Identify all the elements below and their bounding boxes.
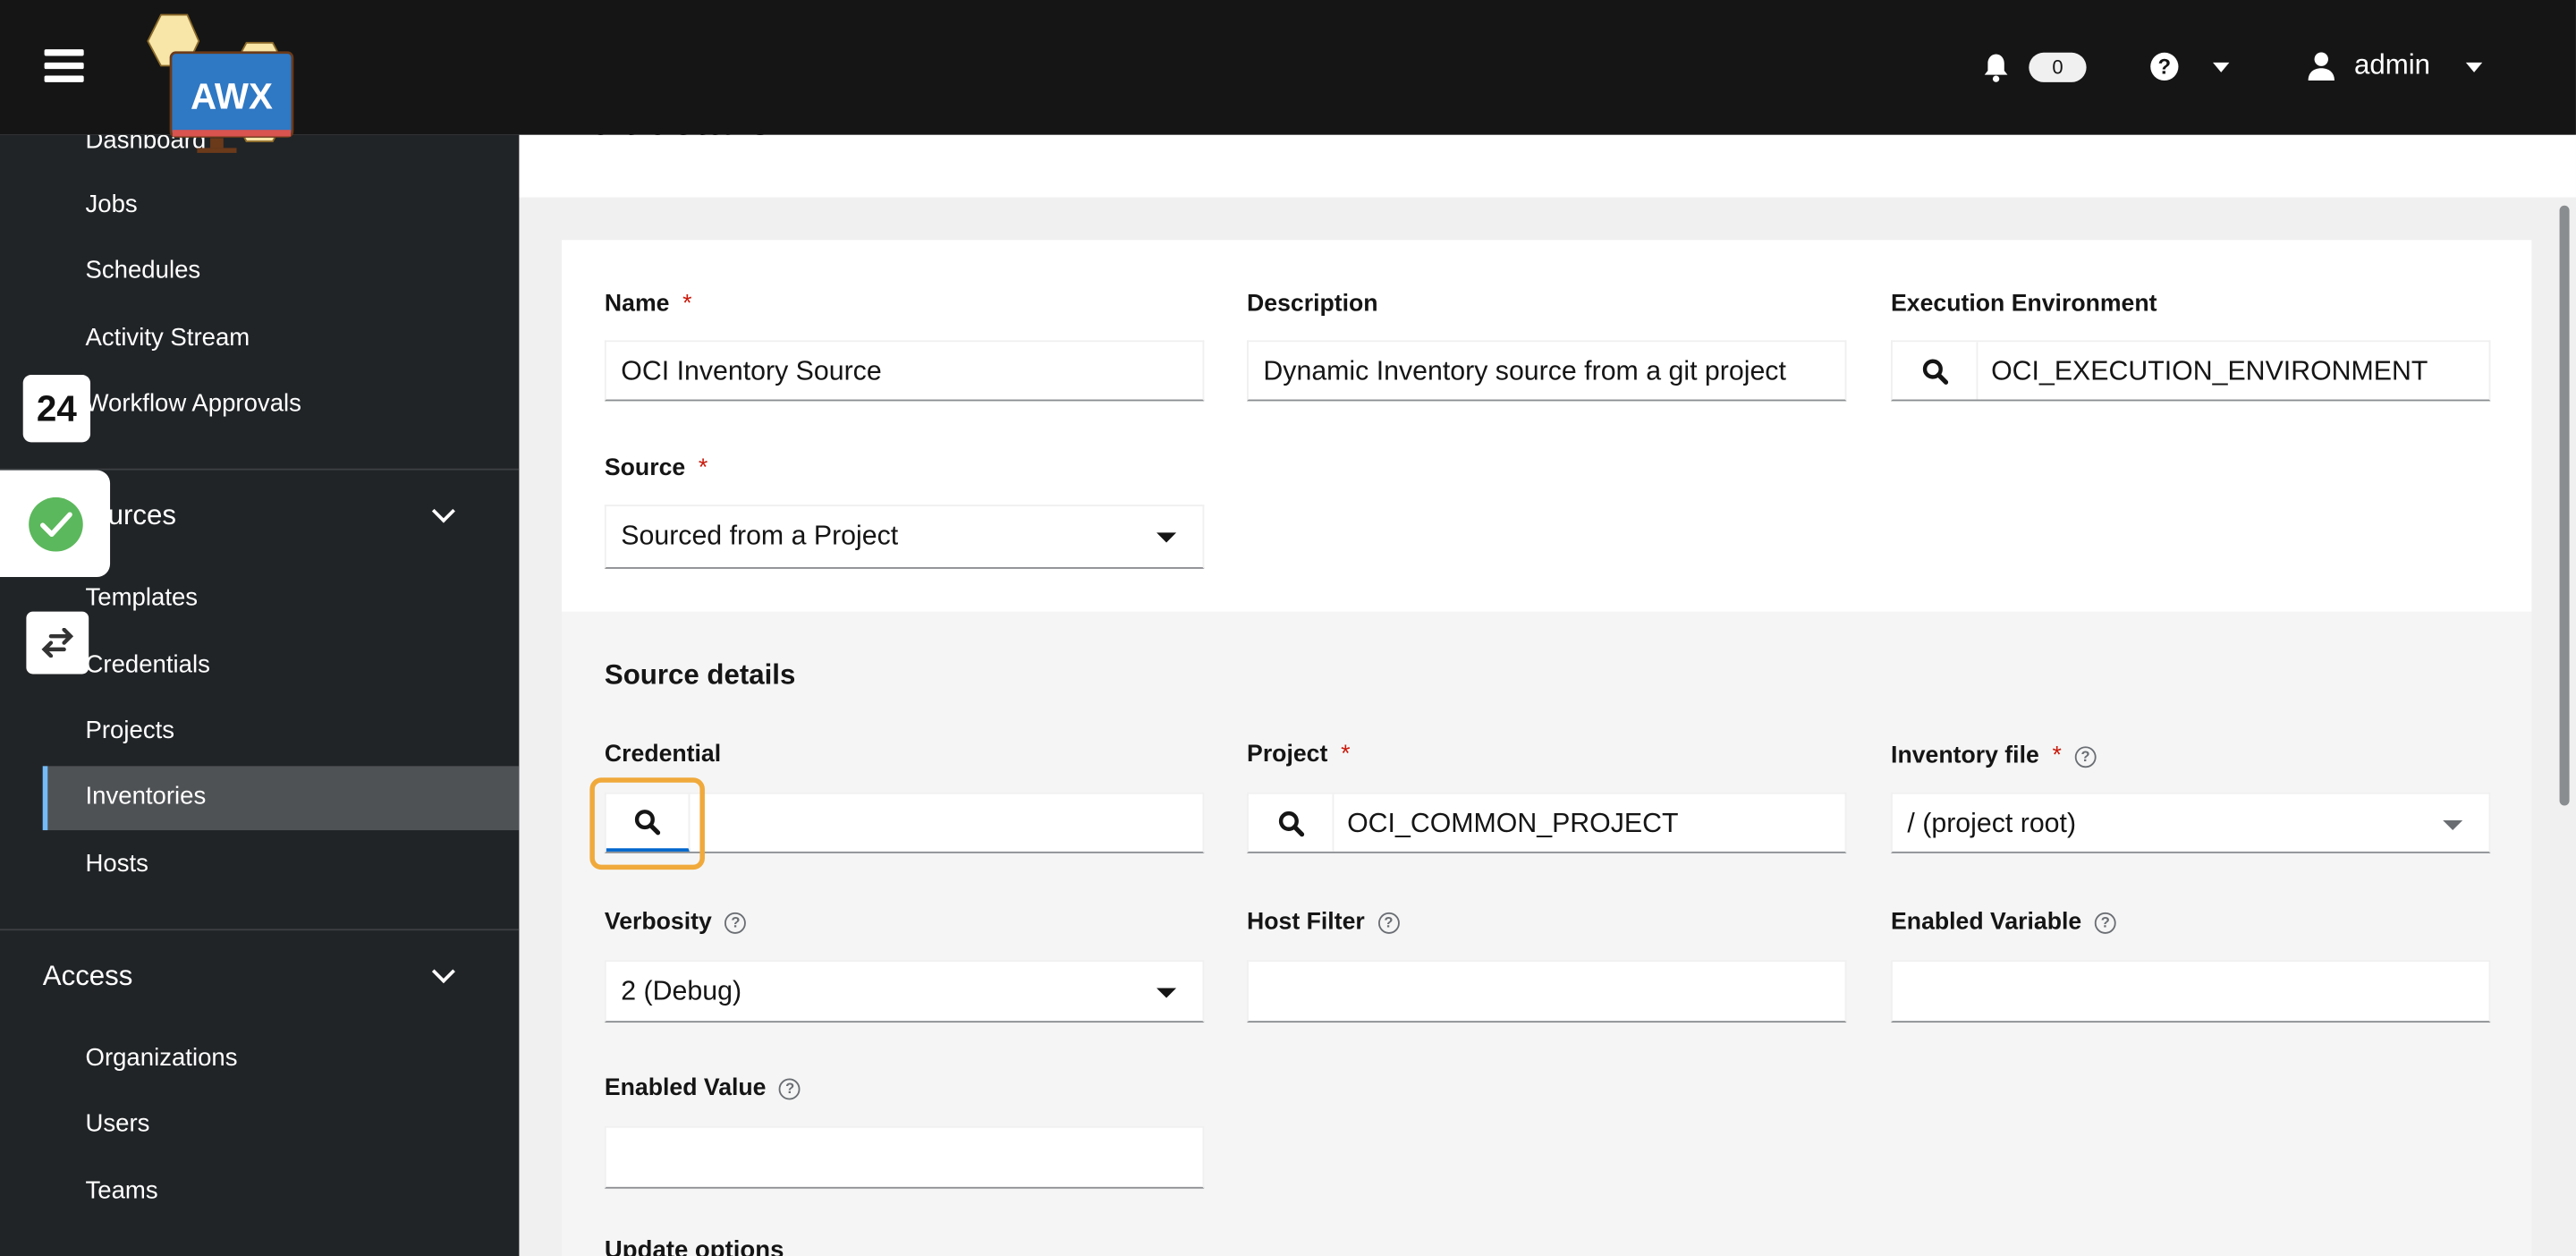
focus-highlight [589, 777, 705, 870]
sidebar-item-jobs[interactable]: Jobs [86, 191, 138, 218]
sidebar-item-hosts[interactable]: Hosts [86, 850, 148, 878]
verbosity-label: Verbosity? [605, 909, 747, 936]
sidebar-item-schedules[interactable]: Schedules [86, 257, 201, 284]
host-filter-input[interactable] [1247, 960, 1847, 1023]
host-filter-label: Host Filter? [1247, 909, 1400, 936]
bell-icon[interactable] [1983, 53, 2009, 82]
sidebar: Dashboard Jobs Schedules Activity Stream… [0, 134, 520, 1256]
logo-text: AWX [191, 75, 273, 116]
caret-down-icon[interactable] [2213, 62, 2230, 72]
sidebar-item-inventories[interactable]: Inventories [42, 766, 520, 831]
search-icon [1921, 359, 1948, 385]
sidebar-item-templates[interactable]: Templates [86, 583, 199, 611]
check-circle-icon [29, 496, 83, 552]
swap-button[interactable] [26, 611, 89, 675]
top-header: AWX 0 ? admin [0, 0, 2576, 153]
execution-environment-label: Execution Environment [1891, 291, 2157, 318]
notification-count-badge[interactable]: 0 [2029, 52, 2087, 82]
help-icon[interactable]: ? [2074, 746, 2097, 768]
calendar-badge[interactable]: 24 [22, 374, 91, 443]
source-select[interactable]: Sourced from a Project [604, 505, 1205, 569]
help-icon[interactable]: ? [724, 912, 747, 934]
project-label: Project * [1247, 741, 1351, 768]
enabled-variable-input[interactable] [1891, 960, 2491, 1023]
sidebar-group-access[interactable]: Access [43, 960, 133, 993]
hamburger-menu-icon[interactable] [44, 49, 84, 81]
sidebar-item-workflow-approvals[interactable]: Workflow Approvals [86, 390, 301, 418]
chevron-down-icon[interactable] [431, 499, 455, 523]
sidebar-item-users[interactable]: Users [86, 1109, 150, 1137]
awx-logo[interactable]: AWX [131, 5, 312, 157]
search-icon [1277, 810, 1304, 837]
source-details-heading: Source details [604, 658, 796, 691]
sidebar-item-credentials[interactable]: Credentials [86, 651, 210, 679]
enabled-variable-label: Enabled Variable? [1891, 909, 2116, 936]
verbosity-select[interactable]: 2 (Debug) [604, 960, 1205, 1023]
execution-environment-lookup[interactable]: OCI_EXECUTION_ENVIRONMENT [1891, 340, 2491, 402]
help-icon[interactable]: ? [2094, 912, 2116, 934]
user-icon[interactable] [2308, 51, 2334, 81]
name-input[interactable]: OCI Inventory Source [604, 340, 1205, 402]
status-panel[interactable] [0, 470, 111, 578]
execution-environment-value: OCI_EXECUTION_ENVIRONMENT [1991, 356, 2428, 386]
description-input[interactable]: Dynamic Inventory source from a git proj… [1247, 340, 1847, 402]
chevron-down-icon[interactable] [431, 960, 455, 984]
project-search-button[interactable] [1249, 793, 1335, 852]
caret-down-icon [1157, 988, 1177, 998]
sidebar-item-label: Inventories [85, 782, 207, 810]
caret-down-icon[interactable] [2465, 62, 2483, 72]
sidebar-item-teams[interactable]: Teams [86, 1177, 158, 1205]
user-menu[interactable]: admin [2354, 49, 2430, 82]
source-label: Source * [604, 455, 708, 482]
sidebar-item-activity-stream[interactable]: Activity Stream [86, 324, 250, 352]
help-icon[interactable]: ? [2150, 52, 2179, 81]
project-value: OCI_COMMON_PROJECT [1347, 809, 1679, 839]
update-options-heading: Update options [604, 1235, 784, 1256]
name-label: Name * [604, 291, 692, 318]
sidebar-item-projects[interactable]: Projects [86, 717, 175, 744]
enabled-value-input[interactable] [604, 1125, 1205, 1189]
help-icon[interactable]: ? [1377, 912, 1400, 934]
caret-down-icon [2443, 820, 2463, 831]
divider [0, 929, 520, 931]
description-label: Description [1247, 291, 1378, 318]
swap-arrows-icon [41, 628, 74, 658]
inventory-file-label: Inventory file *? [1891, 743, 2097, 769]
scrollbar[interactable] [2559, 205, 2570, 806]
project-lookup[interactable]: OCI_COMMON_PROJECT [1247, 792, 1847, 853]
caret-down-icon [1157, 532, 1177, 543]
enabled-value-label: Enabled Value? [605, 1075, 801, 1101]
sidebar-item-organizations[interactable]: Organizations [86, 1044, 238, 1072]
inventory-file-select[interactable]: / (project root) [1891, 792, 2491, 853]
credential-label: Credential [604, 741, 722, 768]
help-icon[interactable]: ? [779, 1078, 801, 1100]
search-button[interactable] [1893, 342, 1979, 400]
